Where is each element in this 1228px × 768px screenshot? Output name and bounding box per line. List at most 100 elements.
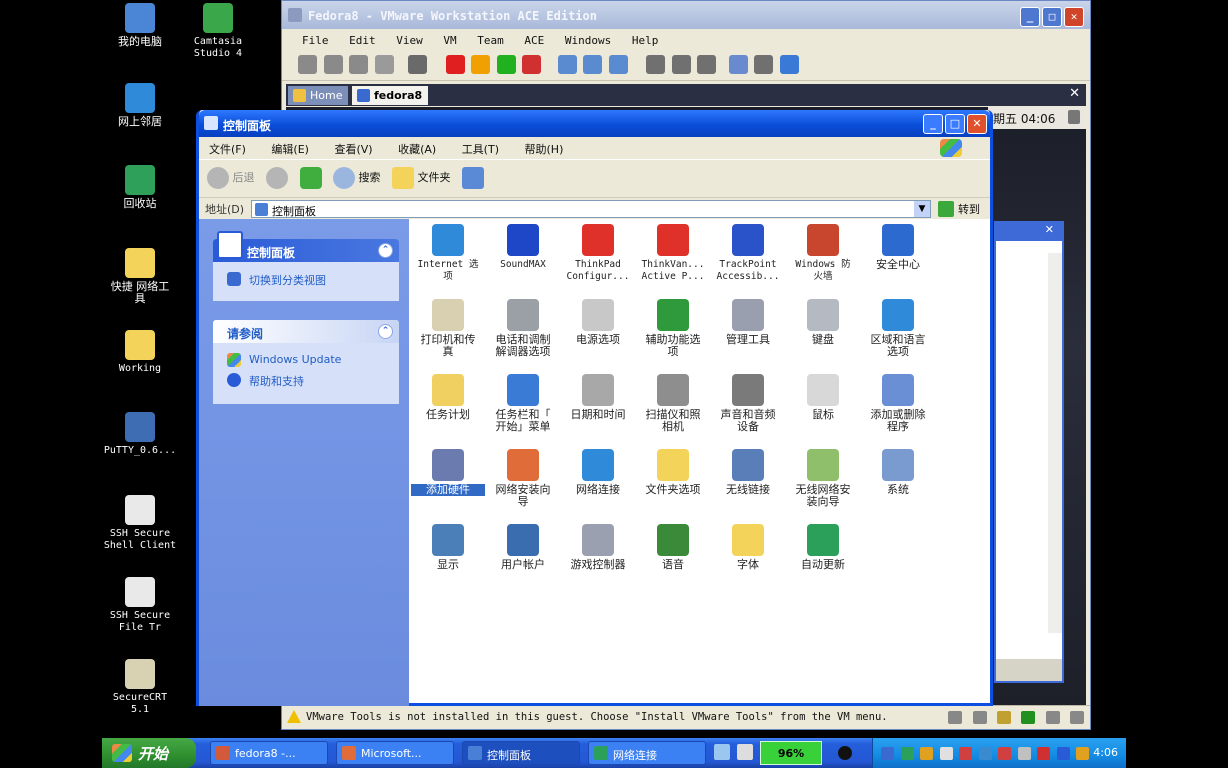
control-panel-item[interactable]: 文件夹选项 — [636, 449, 710, 496]
up-folder-button[interactable] — [299, 167, 322, 189]
tray-icon-9[interactable] — [1037, 746, 1050, 760]
desktop-item[interactable]: SecureCRT 5.1 — [97, 659, 183, 716]
desktop-item[interactable]: SSH Secure Shell Client — [97, 495, 183, 552]
see-also-chevron-icon[interactable]: ⌃ — [378, 324, 393, 339]
cp-menu-tools[interactable]: 工具(T) — [462, 143, 499, 156]
task-network-connections[interactable]: 网络连接 — [588, 741, 706, 765]
start-button[interactable]: 开始 — [102, 738, 196, 768]
toolbar-icon-3[interactable] — [349, 55, 368, 74]
cp-menu-view[interactable]: 查看(V) — [334, 143, 372, 156]
toolbar-icon-11[interactable] — [583, 55, 602, 74]
desktop-item[interactable]: 我的电脑 — [97, 3, 183, 48]
desktop-item[interactable]: Camtasia Studio 4 — [175, 3, 261, 60]
toolbar-icon-16[interactable] — [728, 55, 748, 74]
toolbar-icon-18[interactable] — [779, 55, 799, 74]
control-panel-item[interactable]: 任务计划 — [411, 374, 485, 421]
control-panel-item[interactable]: Windows 防 火墙 — [786, 224, 860, 283]
toolbar-icon-15[interactable] — [697, 55, 716, 74]
control-panel-item[interactable]: 管理工具 — [711, 299, 785, 346]
toolbar-icon-17[interactable] — [754, 55, 773, 74]
menu-windows[interactable]: Windows — [565, 34, 611, 47]
back-button[interactable]: 后退 — [207, 167, 255, 189]
tray-icon-2[interactable] — [900, 746, 914, 760]
menu-file[interactable]: File — [302, 34, 329, 47]
tray-icon-6[interactable] — [978, 746, 992, 760]
control-panel-item[interactable]: 添加或删除 程序 — [861, 374, 935, 433]
control-panel-item[interactable]: SoundMAX — [486, 224, 560, 271]
menu-ace[interactable]: ACE — [524, 34, 544, 47]
tab-home[interactable]: Home — [288, 86, 348, 105]
cp-menu-edit[interactable]: 编辑(E) — [271, 143, 309, 156]
desktop-item[interactable]: 网上邻居 — [97, 83, 183, 128]
control-panel-item[interactable]: 声音和音频 设备 — [711, 374, 785, 433]
menu-edit[interactable]: Edit — [349, 34, 376, 47]
control-panel-item[interactable]: 辅助功能选 项 — [636, 299, 710, 358]
desktop-item[interactable]: 快捷 网络工 具 — [97, 248, 183, 305]
control-panel-item[interactable]: 网络连接 — [561, 449, 635, 496]
toolbar-icon-13[interactable] — [646, 55, 665, 74]
desktop-item[interactable]: Working — [97, 330, 183, 375]
language-bar-icon[interactable] — [714, 744, 730, 760]
control-panel-item[interactable]: 任务栏和「 开始」菜单 — [486, 374, 560, 433]
network-adapter-icon[interactable] — [997, 711, 1012, 724]
cp-menu-favorites[interactable]: 收藏(A) — [398, 143, 436, 156]
go-button[interactable]: 转到 — [938, 201, 980, 217]
tab-fedora8[interactable]: fedora8 — [352, 86, 428, 105]
control-panel-item[interactable]: 无线网络安 装向导 — [786, 449, 860, 508]
tray-icon-7[interactable] — [998, 746, 1011, 760]
control-panel-item[interactable]: 显示 — [411, 524, 485, 571]
toolbar-icon-10[interactable] — [557, 55, 577, 74]
vmware-minimize-button[interactable]: _ — [1020, 7, 1040, 27]
tray-icon-3[interactable] — [920, 746, 933, 760]
guest-window-scrollbar[interactable] — [1048, 253, 1062, 633]
control-panel-item[interactable]: ThinkVan... Active P... — [636, 224, 710, 283]
control-panel-item[interactable]: 网络安装向 导 — [486, 449, 560, 508]
control-panel-item[interactable]: 安全中心 — [861, 224, 935, 271]
usb-icon[interactable] — [1021, 711, 1036, 724]
vmware-maximize-button[interactable]: □ — [1042, 7, 1062, 27]
message-icon[interactable] — [1070, 711, 1084, 724]
vmware-title-bar[interactable]: Fedora8 - VMware Workstation ACE Edition… — [282, 1, 1090, 29]
control-panel-item[interactable]: 电源选项 — [561, 299, 635, 346]
menu-help[interactable]: Help — [632, 34, 659, 47]
cp-minimize-button[interactable]: _ — [923, 114, 943, 134]
tray-icon-10[interactable] — [1056, 746, 1070, 760]
desktop-item[interactable]: 回收站 — [97, 165, 183, 210]
control-panel-item[interactable]: 语音 — [636, 524, 710, 571]
desktop-item[interactable]: SSH Secure File Tr — [97, 577, 183, 634]
desktop-item[interactable]: PuTTY_0.6... — [97, 412, 183, 457]
vmware-close-button[interactable]: ✕ — [1064, 7, 1084, 27]
task-control-panel[interactable]: 控制面板 — [462, 741, 580, 765]
toolbar-icon-12[interactable] — [608, 55, 628, 74]
guest-window-close-icon[interactable]: ✕ — [996, 223, 1062, 241]
tray-icon-8[interactable] — [1017, 746, 1031, 760]
tray-icon-1[interactable] — [881, 746, 894, 760]
control-panel-item[interactable]: 区域和语言 选项 — [861, 299, 935, 358]
tab-close-icon[interactable]: ✕ — [1069, 86, 1080, 101]
control-panel-item[interactable]: ThinkPad Configur... — [561, 224, 635, 283]
sound-device-icon[interactable] — [1045, 711, 1060, 724]
switch-category-view-link[interactable]: 切换到分类视图 — [213, 262, 399, 292]
search-button[interactable]: 搜索 — [333, 167, 381, 189]
control-panel-item[interactable]: TrackPoint Accessib... — [711, 224, 785, 283]
control-panel-item[interactable]: 用户帐户 — [486, 524, 560, 571]
control-panel-title-bar[interactable]: 控制面板 _ □ ✕ — [199, 110, 990, 137]
cp-maximize-button[interactable]: □ — [945, 114, 965, 134]
control-panel-item[interactable]: 打印机和传 真 — [411, 299, 485, 358]
control-panel-item[interactable]: Internet 选 项 — [411, 224, 485, 283]
hdd-icon[interactable] — [948, 711, 963, 724]
windows-update-link[interactable]: Windows Update — [213, 349, 399, 369]
cp-menu-file[interactable]: 文件(F) — [209, 143, 246, 156]
control-panel-item[interactable]: 扫描仪和照 相机 — [636, 374, 710, 433]
address-dropdown-icon[interactable]: ▼ — [914, 201, 930, 217]
control-panel-item[interactable]: 电话和调制 解调器选项 — [486, 299, 560, 358]
control-panel-item[interactable]: 字体 — [711, 524, 785, 571]
volume-icon[interactable] — [1068, 110, 1080, 124]
play-icon[interactable] — [496, 55, 516, 74]
control-panel-item[interactable]: 鼠标 — [786, 374, 860, 421]
toolbar-icon-14[interactable] — [671, 55, 691, 74]
control-panel-box-header[interactable]: 控制面板 ⌃ — [213, 231, 399, 262]
collapse-chevron-icon[interactable]: ⌃ — [378, 243, 393, 258]
views-button[interactable] — [462, 167, 484, 189]
control-panel-item[interactable]: 游戏控制器 — [561, 524, 635, 571]
